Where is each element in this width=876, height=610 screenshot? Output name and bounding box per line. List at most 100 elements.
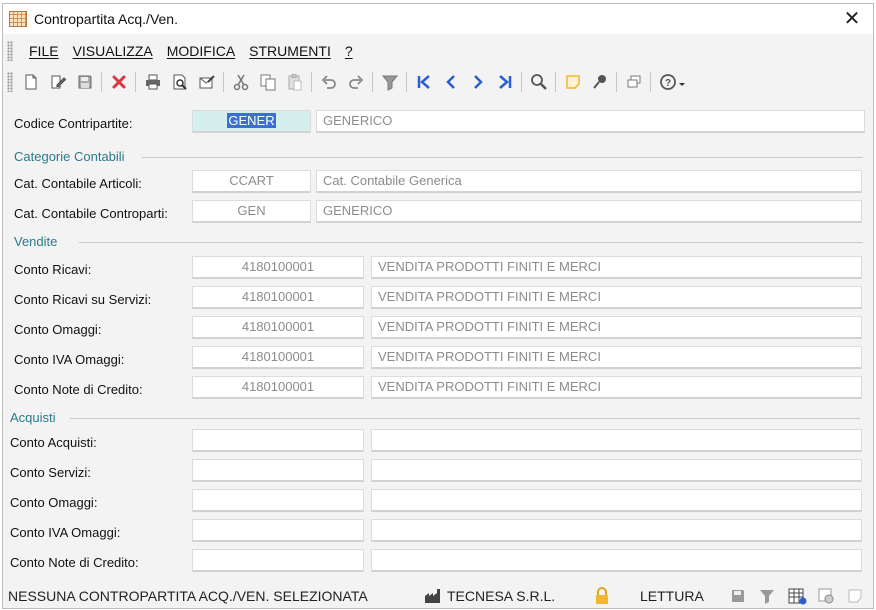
vendite-description-field[interactable]: VENDITA PRODOTTI FINITI E MERCI xyxy=(371,316,862,339)
menu-bar: FILE VISUALIZZA MODIFICA STRUMENTI ? xyxy=(3,39,873,63)
vendite-account-field[interactable]: 4180100001 xyxy=(192,286,364,309)
delete-icon[interactable] xyxy=(108,71,130,93)
vendite-description-field[interactable]: VENDITA PRODOTTI FINITI E MERCI xyxy=(371,376,862,399)
paste-icon[interactable] xyxy=(284,71,306,93)
vendite-account-field[interactable]: 4180100001 xyxy=(192,256,364,279)
search-icon[interactable] xyxy=(528,71,550,93)
acquisti-row-label: Conto Acquisti: xyxy=(10,435,97,450)
cat-articoli-code-field[interactable]: CCART xyxy=(192,170,311,193)
menu-modifica[interactable]: MODIFICA xyxy=(167,43,235,59)
menu-grip-handle[interactable] xyxy=(7,41,13,61)
section-title-vendite: Vendite xyxy=(14,234,58,249)
section-divider xyxy=(70,418,860,419)
new-document-icon[interactable] xyxy=(20,71,42,93)
main-window: Contropartita Acq./Ven. ✕ FILE VISUALIZZ… xyxy=(2,3,874,609)
close-button[interactable]: ✕ xyxy=(839,7,865,31)
vendite-account-field[interactable]: 4180100001 xyxy=(192,376,364,399)
acquisti-description-field[interactable] xyxy=(371,549,862,572)
email-icon[interactable] xyxy=(196,71,218,93)
note-status-icon[interactable] xyxy=(846,587,864,605)
acquisti-account-field[interactable] xyxy=(192,549,364,572)
acquisti-description-field[interactable] xyxy=(371,489,862,512)
section-title-categorie: Categorie Contabili xyxy=(14,149,125,164)
vendite-account-field[interactable]: 4180100001 xyxy=(192,316,364,339)
status-message: NESSUNA CONTROPARTITA ACQ./VEN. SELEZION… xyxy=(8,588,368,604)
svg-text:?: ? xyxy=(664,78,670,89)
toolbar-separator xyxy=(223,72,224,92)
last-record-icon[interactable] xyxy=(494,71,516,93)
cut-icon[interactable] xyxy=(230,71,252,93)
lock-icon xyxy=(594,587,610,605)
print-icon[interactable] xyxy=(142,71,164,93)
vendite-account-field[interactable]: 4180100001 xyxy=(192,346,364,369)
factory-icon xyxy=(424,588,442,604)
toolbar-grip-handle[interactable] xyxy=(7,72,13,92)
acquisti-row-label: Conto Omaggi: xyxy=(10,495,98,510)
section-title-acquisti: Acquisti xyxy=(10,410,56,425)
filter-icon[interactable] xyxy=(379,71,401,93)
next-record-icon[interactable] xyxy=(467,71,489,93)
save-status-icon[interactable] xyxy=(729,587,747,605)
windows-icon[interactable] xyxy=(623,71,645,93)
vendite-row-label: Conto Ricavi su Servizi: xyxy=(14,292,152,307)
codice-label: Codice Contripartite: xyxy=(14,116,133,131)
window-title: Contropartita Acq./Ven. xyxy=(34,11,178,27)
vendite-row-label: Conto Ricavi: xyxy=(14,262,92,277)
vendite-row-label: Conto Omaggi: xyxy=(14,322,102,337)
first-record-icon[interactable] xyxy=(413,71,435,93)
cat-controparti-label: Cat. Contabile Controparti: xyxy=(14,206,168,221)
toolbar-separator xyxy=(135,72,136,92)
cat-articoli-label: Cat. Contabile Articoli: xyxy=(14,176,142,191)
toolbar-separator xyxy=(650,72,651,92)
cat-articoli-description-field[interactable]: Cat. Contabile Generica xyxy=(316,170,862,193)
toolbar-separator xyxy=(555,72,556,92)
title-bar: Contropartita Acq./Ven. ✕ xyxy=(3,4,873,34)
toolbar-separator xyxy=(616,72,617,92)
status-company: TECNESA S.R.L. xyxy=(447,588,556,604)
form-panel: Codice Contripartite: GENER GENERICO Cat… xyxy=(3,100,873,580)
previous-record-icon[interactable] xyxy=(440,71,462,93)
codice-code-value: GENER xyxy=(227,113,276,128)
print-preview-icon[interactable] xyxy=(169,71,191,93)
section-divider xyxy=(79,242,863,243)
section-divider xyxy=(142,157,863,158)
acquisti-description-field[interactable] xyxy=(371,519,862,542)
acquisti-row-label: Conto IVA Omaggi: xyxy=(10,525,121,540)
undo-icon[interactable] xyxy=(318,71,340,93)
settings-status-icon[interactable] xyxy=(817,587,835,605)
menu-file[interactable]: FILE xyxy=(29,43,59,59)
pin-icon[interactable] xyxy=(589,71,611,93)
toolbar: ? xyxy=(3,68,873,96)
vendite-description-field[interactable]: VENDITA PRODOTTI FINITI E MERCI xyxy=(371,256,862,279)
toolbar-separator xyxy=(406,72,407,92)
help-icon[interactable]: ? xyxy=(657,71,689,93)
acquisti-description-field[interactable] xyxy=(371,459,862,482)
menu-strumenti[interactable]: STRUMENTI xyxy=(249,43,331,59)
acquisti-account-field[interactable] xyxy=(192,489,364,512)
menu-help[interactable]: ? xyxy=(345,43,353,59)
vendite-description-field[interactable]: VENDITA PRODOTTI FINITI E MERCI xyxy=(371,346,862,369)
cat-controparti-code-field[interactable]: GEN xyxy=(192,200,311,223)
status-bar: NESSUNA CONTROPARTITA ACQ./VEN. SELEZION… xyxy=(3,582,873,609)
acquisti-row-label: Conto Servizi: xyxy=(10,465,91,480)
acquisti-account-field[interactable] xyxy=(192,459,364,482)
vendite-description-field[interactable]: VENDITA PRODOTTI FINITI E MERCI xyxy=(371,286,862,309)
note-icon[interactable] xyxy=(562,71,584,93)
edit-icon[interactable] xyxy=(47,71,69,93)
status-mode: LETTURA xyxy=(640,588,704,604)
acquisti-description-field[interactable] xyxy=(371,429,862,452)
acquisti-account-field[interactable] xyxy=(192,519,364,542)
grid-view-icon[interactable] xyxy=(788,587,807,605)
copy-icon[interactable] xyxy=(257,71,279,93)
menu-visualizza[interactable]: VISUALIZZA xyxy=(73,43,153,59)
cat-controparti-description-field[interactable]: GENERICO xyxy=(316,200,862,223)
codice-description-field[interactable]: GENERICO xyxy=(316,110,865,133)
acquisti-account-field[interactable] xyxy=(192,429,364,452)
codice-code-field[interactable]: GENER xyxy=(192,110,311,133)
acquisti-row-label: Conto Note di Credito: xyxy=(10,555,139,570)
redo-icon[interactable] xyxy=(345,71,367,93)
save-icon[interactable] xyxy=(74,71,96,93)
vendite-row-label: Conto IVA Omaggi: xyxy=(14,352,125,367)
vendite-row-label: Conto Note di Credito: xyxy=(14,382,143,397)
filter-status-icon[interactable] xyxy=(758,587,776,605)
